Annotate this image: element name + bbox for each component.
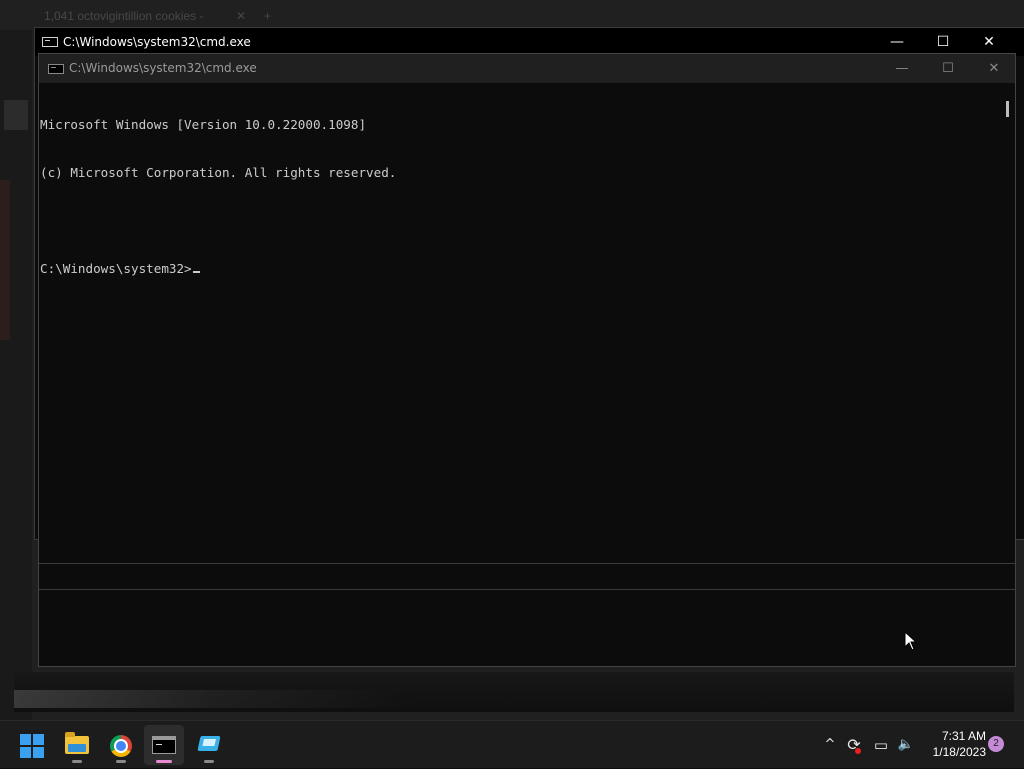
notification-count-badge[interactable]: 2 bbox=[988, 736, 1004, 752]
start-button[interactable] bbox=[12, 725, 52, 765]
show-hidden-icons-chevron-icon[interactable]: ^ bbox=[820, 721, 840, 769]
background-tab-title: 1,041 octovigintillion cookies - bbox=[44, 9, 204, 23]
network-icon[interactable]: ▭ bbox=[870, 721, 892, 769]
background-window-edge bbox=[0, 30, 32, 720]
inner-title-bar[interactable]: C:\Windows\system32\cmd.exe — ☐ ✕ bbox=[39, 54, 1015, 83]
outer-maximize-button[interactable]: ☐ bbox=[920, 28, 966, 56]
scrollbar-thumb[interactable] bbox=[1006, 101, 1009, 117]
clock-time: 7:31 AM bbox=[941, 729, 986, 743]
chrome-icon bbox=[110, 735, 132, 757]
background-browser-tab[interactable]: 1,041 octovigintillion cookies - ✕ + bbox=[10, 4, 344, 28]
cmd-app-icon bbox=[42, 37, 58, 47]
running-indicator bbox=[204, 760, 214, 763]
mouse-pointer-icon bbox=[904, 631, 918, 651]
taskbar-clock[interactable]: 7:31 AM 1/18/2023 bbox=[924, 728, 986, 760]
text-cursor bbox=[192, 271, 200, 273]
cmd-window-inner[interactable]: C:\Windows\system32\cmd.exe — ☐ ✕ Micros… bbox=[38, 53, 1016, 667]
cmd-app-icon bbox=[48, 64, 64, 74]
console-line: Microsoft Windows [Version 10.0.22000.10… bbox=[40, 117, 367, 132]
console-output[interactable]: Microsoft Windows [Version 10.0.22000.10… bbox=[39, 83, 1001, 563]
inner-window-title: C:\Windows\system32\cmd.exe bbox=[69, 61, 257, 75]
outer-window-title: C:\Windows\system32\cmd.exe bbox=[63, 35, 251, 49]
vertical-scrollbar[interactable] bbox=[1001, 83, 1015, 563]
active-indicator bbox=[156, 760, 172, 763]
error-dot-icon bbox=[855, 748, 861, 754]
lower-console-pane bbox=[39, 564, 1001, 666]
sync-status-button[interactable]: ⟳ bbox=[843, 721, 865, 769]
inner-maximize-button[interactable]: ☐ bbox=[925, 54, 971, 83]
running-indicator bbox=[116, 760, 126, 763]
volume-icon[interactable]: 🔈 bbox=[895, 721, 917, 769]
outer-title-bar[interactable]: C:\Windows\system32\cmd.exe — ☐ ✕ bbox=[35, 28, 1024, 56]
background-image-strip bbox=[0, 180, 10, 340]
taskbar: ^ ⟳ ▭ 🔈 7:31 AM 1/18/2023 2 bbox=[0, 720, 1024, 768]
outer-close-button[interactable]: ✕ bbox=[966, 28, 1012, 56]
new-tab-icon[interactable]: + bbox=[264, 4, 271, 28]
screenshot-icon bbox=[197, 736, 221, 751]
background-tab-close-icon[interactable]: ✕ bbox=[236, 4, 246, 28]
console-prompt-line[interactable]: C:\Windows\system32> bbox=[40, 261, 1001, 277]
background-panel bbox=[4, 100, 28, 130]
clock-date: 1/18/2023 bbox=[932, 745, 986, 759]
taskbar-snipping-tool[interactable] bbox=[189, 725, 229, 765]
windows-logo-icon bbox=[20, 734, 44, 758]
cmd-icon bbox=[152, 736, 176, 754]
window-shadow-highlight bbox=[14, 690, 414, 708]
inner-close-button[interactable]: ✕ bbox=[971, 54, 1017, 83]
taskbar-command-prompt[interactable] bbox=[144, 725, 184, 765]
outer-minimize-button[interactable]: — bbox=[874, 28, 920, 56]
running-indicator bbox=[72, 760, 82, 763]
console-line: (c) Microsoft Corporation. All rights re… bbox=[40, 165, 397, 180]
inner-minimize-button[interactable]: — bbox=[879, 54, 925, 83]
taskbar-file-explorer[interactable] bbox=[57, 725, 97, 765]
folder-icon bbox=[65, 732, 89, 754]
taskbar-chrome[interactable] bbox=[101, 725, 141, 765]
console-prompt: C:\Windows\system32> bbox=[40, 261, 192, 276]
